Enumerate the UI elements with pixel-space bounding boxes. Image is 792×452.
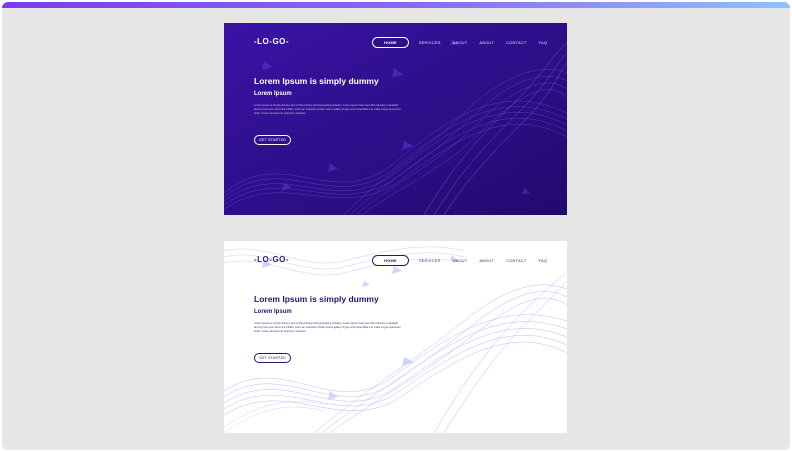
gradient-top-bar <box>2 2 790 8</box>
hero-title: Lorem Ipsum is simply dummy <box>254 76 379 86</box>
get-started-button[interactable]: GET STARTED <box>254 353 291 363</box>
nav-bar: HOME SERVICES ABOUT ABOUT CONTACT FAQ <box>372 37 559 48</box>
nav-about-2[interactable]: ABOUT <box>479 258 494 263</box>
hero-body: Lorem Ipsum is simply dummy text of the … <box>254 322 401 333</box>
wave-background-icon <box>224 23 567 215</box>
nav-contact[interactable]: CONTACT <box>506 258 526 263</box>
hero-title: Lorem Ipsum is simply dummy <box>254 294 379 304</box>
hero-body: Lorem Ipsum is simply dummy text of the … <box>254 104 401 115</box>
nav-services[interactable]: SERVICES <box>419 258 441 263</box>
nav-services[interactable]: SERVICES <box>419 40 441 45</box>
nav-about-2[interactable]: ABOUT <box>479 40 494 45</box>
preview-frame: -LO-GO- HOME SERVICES ABOUT ABOUT CONTAC… <box>2 2 790 450</box>
nav-faq[interactable]: FAQ <box>539 40 548 45</box>
logo[interactable]: -LO-GO- <box>254 255 289 264</box>
nav-about[interactable]: ABOUT <box>453 40 468 45</box>
hero-subtitle: Lorem Ipsum <box>254 91 292 97</box>
dark-landing-preview: -LO-GO- HOME SERVICES ABOUT ABOUT CONTAC… <box>224 23 567 215</box>
get-started-button[interactable]: GET STARTED <box>254 135 291 145</box>
light-landing-preview: -LO-GO- HOME SERVICES ABOUT ABOUT CONTAC… <box>224 241 567 433</box>
nav-faq[interactable]: FAQ <box>539 258 548 263</box>
wave-background-icon <box>224 241 567 433</box>
hero-subtitle: Lorem Ipsum <box>254 309 292 315</box>
nav-home[interactable]: HOME <box>372 37 409 48</box>
nav-about[interactable]: ABOUT <box>453 258 468 263</box>
nav-contact[interactable]: CONTACT <box>506 40 526 45</box>
logo[interactable]: -LO-GO- <box>254 37 289 46</box>
nav-home[interactable]: HOME <box>372 255 409 266</box>
nav-bar: HOME SERVICES ABOUT ABOUT CONTACT FAQ <box>372 255 559 266</box>
